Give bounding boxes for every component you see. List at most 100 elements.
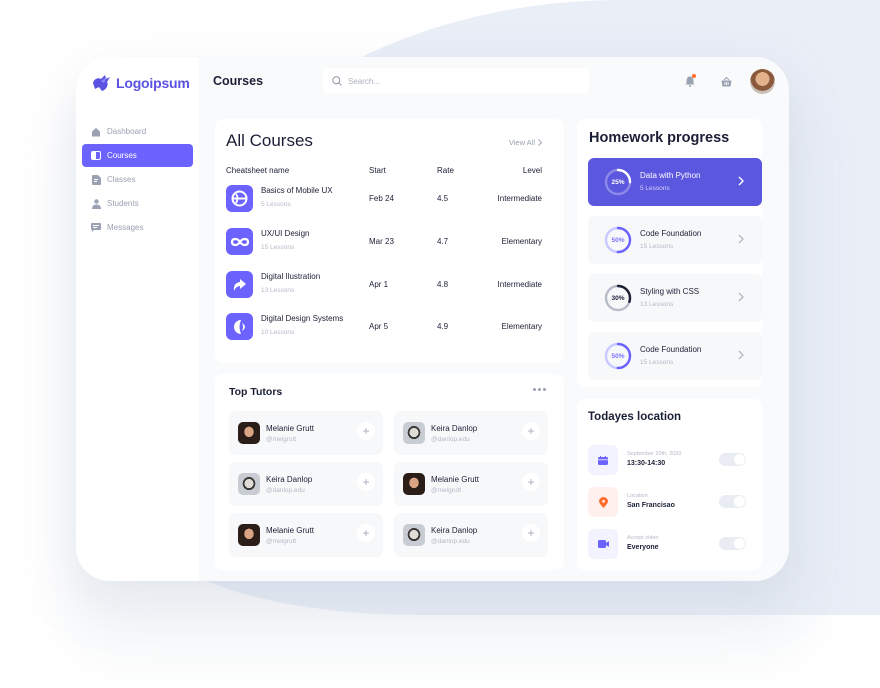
dot-icon [533, 388, 536, 391]
notification-dot [692, 73, 696, 78]
plus-icon: + [527, 526, 535, 540]
course-start: Feb 24 [369, 194, 394, 203]
plus-icon: + [527, 424, 535, 438]
all-courses-card: All Courses View All Cheatsheet name Sta… [215, 119, 564, 363]
search-box[interactable] [323, 68, 589, 94]
dot-icon [538, 388, 541, 391]
location-item: September 20th, 2020 13:30-14:30 [588, 445, 751, 475]
cart-button[interactable] [714, 70, 738, 94]
tutor-name: Keira Danlop [431, 424, 478, 433]
course-level: Elementary [501, 237, 542, 246]
column-header-start: Start [369, 166, 386, 175]
homework-lessons: 15 Lessons [640, 243, 674, 250]
homework-lessons: 15 Lessons [640, 359, 674, 366]
tutor-card[interactable]: Melanie Grutt @melgrutt + [394, 462, 548, 506]
column-header-rate: Rate [437, 166, 454, 175]
document-icon [91, 174, 101, 185]
homework-title: Homework progress [589, 130, 730, 146]
video-toggle[interactable] [719, 537, 746, 550]
sidebar-item-classes[interactable]: Classes [82, 168, 193, 191]
add-tutor-button[interactable]: + [357, 473, 375, 491]
homework-name: Styling with CSS [640, 287, 700, 296]
user-avatar[interactable] [750, 69, 775, 94]
course-name: Basics of Mobile UX [261, 186, 333, 195]
course-name: Digital Design Systems [261, 314, 344, 323]
top-tutors-card: Top Tutors Melanie Grutt @melgrutt + Kei… [215, 374, 564, 570]
calendar-icon [588, 445, 618, 475]
more-options-button[interactable] [533, 388, 546, 391]
half-circle-icon [226, 313, 253, 340]
course-lessons: 10 Lessons [261, 329, 295, 336]
sidebar-item-courses[interactable]: Courses [82, 144, 193, 167]
book-icon [91, 151, 101, 161]
course-row[interactable]: Basics of Mobile UX 5 Lessons Feb 24 4.5… [226, 185, 542, 215]
tutor-handle: @melgrutt [266, 436, 297, 443]
course-start: Apr 1 [369, 280, 389, 289]
course-row[interactable]: Digital Ilustration 13 Lessons Apr 1 4.8… [226, 271, 542, 301]
tutor-avatar [238, 524, 260, 546]
homework-item[interactable]: 50% Code Foundation 15 Lessons [588, 332, 762, 380]
tutor-card[interactable]: Melanie Grutt @melgrutt + [229, 513, 383, 557]
search-input[interactable] [348, 76, 568, 86]
plus-icon: + [527, 475, 535, 489]
location-toggle[interactable] [719, 495, 746, 508]
location-item-label: Accept video [627, 535, 659, 541]
add-tutor-button[interactable]: + [357, 524, 375, 542]
progress-percent: 50% [611, 352, 625, 360]
sidebar: Logoipsum Dashboard Courses Classes Stud… [76, 57, 199, 581]
add-tutor-button[interactable]: + [522, 422, 540, 440]
column-header-level: Level [522, 166, 542, 175]
tutor-avatar [403, 473, 425, 495]
tutor-handle: @danlop.edu [431, 538, 470, 545]
tutor-handle: @danlop.edu [266, 487, 305, 494]
homework-lessons: 5 Lessons [640, 185, 670, 192]
sidebar-item-students[interactable]: Students [82, 192, 193, 215]
arrow-curve-icon [226, 271, 253, 298]
tutor-card[interactable]: Melanie Grutt @melgrutt + [229, 411, 383, 455]
sidebar-item-messages[interactable]: Messages [82, 216, 193, 239]
course-rate: 4.7 [437, 237, 449, 246]
progress-percent: 30% [611, 294, 625, 302]
main-content: Courses All Course [199, 57, 789, 581]
notifications-button[interactable] [678, 70, 702, 94]
homework-item[interactable]: 25% Data with Python 5 Lessons [588, 158, 762, 206]
search-icon [332, 76, 342, 86]
chevron-right-icon [738, 350, 744, 360]
view-all-link[interactable]: View All [509, 138, 542, 147]
course-row[interactable]: Digital Design Systems 10 Lessons Apr 5 … [226, 313, 542, 343]
add-tutor-button[interactable]: + [522, 473, 540, 491]
homework-item[interactable]: 50% Code Foundation 15 Lessons [588, 216, 762, 264]
sidebar-item-dashboard[interactable]: Dashboard [82, 120, 193, 143]
tutor-avatar [238, 422, 260, 444]
stage: Logoipsum Dashboard Courses Classes Stud… [0, 0, 880, 688]
sidebar-item-label: Courses [107, 151, 137, 160]
course-row[interactable]: UX/UI Design 15 Lessons Mar 23 4.7 Eleme… [226, 228, 542, 258]
homework-name: Code Foundation [640, 345, 702, 354]
homework-item[interactable]: 30% Styling with CSS 13 Lessons [588, 274, 762, 322]
tutor-card[interactable]: Keira Danlop @danlop.edu + [394, 513, 548, 557]
tutor-avatar [403, 524, 425, 546]
logo[interactable]: Logoipsum [82, 71, 193, 95]
tutor-name: Melanie Grutt [266, 424, 315, 433]
bell-icon [685, 76, 695, 87]
course-lessons: 15 Lessons [261, 244, 295, 251]
tutor-card[interactable]: Keira Danlop @danlop.edu + [229, 462, 383, 506]
video-icon [588, 529, 618, 559]
tutor-card[interactable]: Keira Danlop @danlop.edu + [394, 411, 548, 455]
todays-location-card: Todayes location September 20th, 2020 13… [577, 399, 762, 570]
tutor-handle: @danlop.edu [431, 436, 470, 443]
globe-icon [226, 185, 253, 212]
course-level: Intermediate [497, 194, 542, 203]
location-item: Accept video Everyone [588, 529, 751, 559]
schedule-toggle[interactable] [719, 453, 746, 466]
message-icon [91, 223, 101, 233]
tutor-name: Melanie Grutt [266, 526, 315, 535]
infinity-icon [226, 228, 253, 255]
course-rate: 4.5 [437, 194, 449, 203]
course-rate: 4.8 [437, 280, 449, 289]
topbar: Courses [199, 57, 789, 107]
add-tutor-button[interactable]: + [357, 422, 375, 440]
location-item: Location San Francisao [588, 487, 751, 517]
chevron-right-icon [738, 234, 744, 244]
add-tutor-button[interactable]: + [522, 524, 540, 542]
